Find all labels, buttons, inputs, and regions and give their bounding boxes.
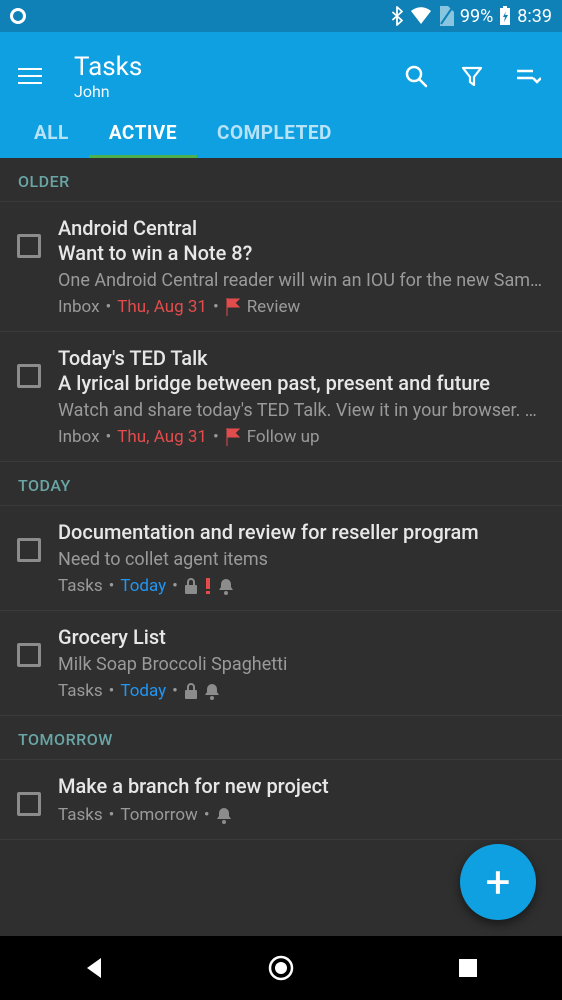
lock-icon bbox=[184, 578, 198, 594]
task-row[interactable]: Today's TED Talk A lyrical bridge betwee… bbox=[0, 332, 562, 462]
priority-icon bbox=[204, 577, 212, 595]
task-checkbox[interactable] bbox=[17, 792, 41, 816]
battery-percent: 99% bbox=[460, 6, 493, 27]
tab-active[interactable]: ACTIVE bbox=[89, 106, 197, 158]
search-button[interactable] bbox=[402, 62, 430, 90]
task-title: Make a branch for new project bbox=[58, 774, 548, 799]
filter-button[interactable] bbox=[458, 62, 486, 90]
section-tomorrow: TOMORROW bbox=[0, 716, 562, 760]
task-row[interactable]: Grocery List Milk Soap Broccoli Spaghett… bbox=[0, 611, 562, 716]
sim-icon bbox=[438, 6, 454, 26]
task-folder: Tasks bbox=[58, 681, 103, 701]
task-checkbox[interactable] bbox=[17, 364, 41, 388]
separator-dot: • bbox=[172, 681, 178, 701]
wifi-icon bbox=[410, 7, 432, 25]
task-row[interactable]: Android Central Want to win a Note 8? On… bbox=[0, 202, 562, 332]
flag-label: Follow up bbox=[247, 427, 320, 447]
menu-button[interactable] bbox=[14, 62, 54, 90]
plus-icon: + bbox=[486, 856, 511, 908]
separator-dot: • bbox=[109, 681, 115, 701]
clock-time: 8:39 bbox=[517, 6, 552, 27]
separator-dot: • bbox=[106, 427, 112, 447]
tab-completed[interactable]: COMPLETED bbox=[197, 106, 352, 158]
task-subject: A lyrical bridge between past, present a… bbox=[58, 371, 548, 396]
task-list[interactable]: OLDER Android Central Want to win a Note… bbox=[0, 158, 562, 936]
tab-all[interactable]: ALL bbox=[14, 106, 89, 158]
page-title: Tasks bbox=[74, 52, 402, 82]
task-date: Thu, Aug 31 bbox=[117, 427, 207, 447]
separator-dot: • bbox=[204, 805, 210, 825]
task-title: Today's TED Talk bbox=[58, 346, 548, 371]
bluetooth-icon bbox=[390, 6, 404, 26]
separator-dot: • bbox=[213, 427, 219, 447]
reminder-icon bbox=[218, 577, 234, 595]
task-date: Thu, Aug 31 bbox=[117, 297, 207, 317]
task-title: Grocery List bbox=[58, 625, 548, 650]
title-block: Tasks John bbox=[54, 52, 402, 101]
task-checkbox[interactable] bbox=[17, 643, 41, 667]
task-row[interactable]: Documentation and review for reseller pr… bbox=[0, 506, 562, 611]
task-desc: One Android Central reader will win an I… bbox=[58, 270, 548, 291]
task-subject: Want to win a Note 8? bbox=[58, 241, 548, 266]
task-folder: Tasks bbox=[58, 576, 103, 596]
flag-icon bbox=[225, 428, 241, 446]
task-desc: Milk Soap Broccoli Spaghetti bbox=[58, 654, 548, 675]
separator-dot: • bbox=[213, 297, 219, 317]
status-bar: 99% 8:39 bbox=[0, 0, 562, 32]
separator-dot: • bbox=[109, 576, 115, 596]
flag-icon bbox=[225, 298, 241, 316]
sort-button[interactable] bbox=[514, 62, 542, 90]
task-date: Tomorrow bbox=[120, 805, 197, 825]
page-subtitle: John bbox=[74, 82, 402, 101]
task-folder: Tasks bbox=[58, 805, 103, 825]
app-bar: Tasks John ALL ACTIVE COMPLETED bbox=[0, 32, 562, 158]
app-indicator-icon bbox=[10, 8, 26, 24]
task-checkbox[interactable] bbox=[17, 538, 41, 562]
add-task-fab[interactable]: + bbox=[460, 844, 536, 920]
flag-label: Review bbox=[247, 297, 301, 317]
separator-dot: • bbox=[106, 297, 112, 317]
reminder-icon bbox=[216, 806, 232, 824]
battery-icon bbox=[499, 6, 511, 26]
lock-icon bbox=[184, 683, 198, 699]
task-desc: Watch and share today's TED Talk. View i… bbox=[58, 400, 548, 421]
nav-bar bbox=[0, 936, 562, 1000]
tab-bar: ALL ACTIVE COMPLETED bbox=[14, 106, 548, 158]
reminder-icon bbox=[204, 682, 220, 700]
task-checkbox[interactable] bbox=[17, 234, 41, 258]
task-title: Documentation and review for reseller pr… bbox=[58, 520, 548, 545]
section-older: OLDER bbox=[0, 158, 562, 202]
section-today: TODAY bbox=[0, 462, 562, 506]
task-date: Today bbox=[120, 681, 166, 701]
separator-dot: • bbox=[109, 805, 115, 825]
separator-dot: • bbox=[172, 576, 178, 596]
task-title: Android Central bbox=[58, 216, 548, 241]
nav-recent[interactable] bbox=[376, 958, 561, 978]
task-folder: Inbox bbox=[58, 297, 100, 317]
task-folder: Inbox bbox=[58, 427, 100, 447]
task-date: Today bbox=[120, 576, 166, 596]
task-row[interactable]: Make a branch for new project Tasks • To… bbox=[0, 760, 562, 840]
nav-home[interactable] bbox=[188, 954, 373, 982]
task-desc: Need to collet agent items bbox=[58, 549, 548, 570]
nav-back[interactable] bbox=[1, 956, 186, 980]
